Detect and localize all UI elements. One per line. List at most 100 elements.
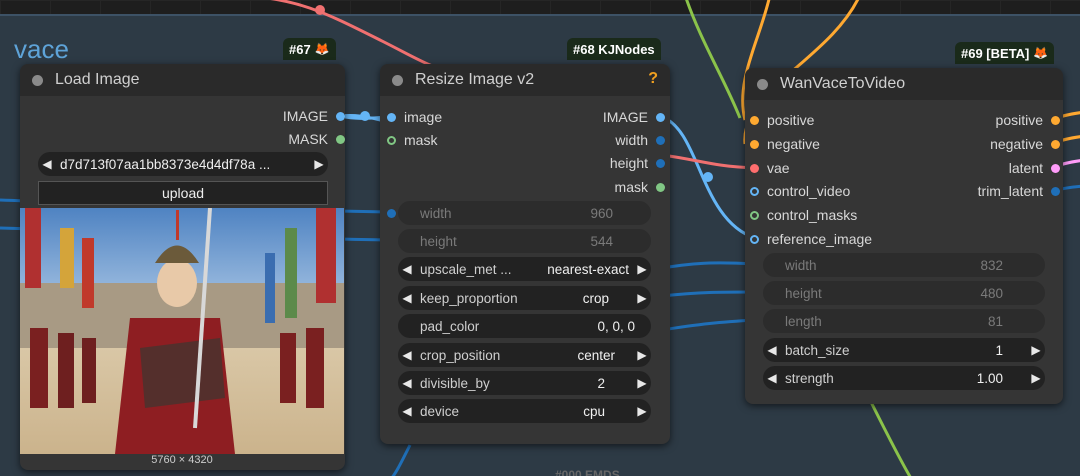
fox-icon: 🦊 bbox=[1033, 46, 1049, 60]
widget-label: length bbox=[785, 313, 822, 329]
collapse-dot-icon[interactable] bbox=[757, 78, 768, 90]
output-width[interactable]: width bbox=[520, 130, 665, 150]
int-pin-icon[interactable] bbox=[387, 208, 396, 218]
widget-value: 544 bbox=[590, 233, 613, 249]
help-icon[interactable]: ? bbox=[648, 70, 658, 88]
image-pin-icon[interactable] bbox=[750, 186, 759, 196]
output-latent[interactable]: latent bbox=[900, 158, 1060, 178]
widget-value: 81 bbox=[987, 313, 1003, 329]
arrow-right-icon[interactable]: ▶ bbox=[633, 376, 651, 390]
arrow-right-icon[interactable]: ▶ bbox=[633, 404, 651, 418]
conditioning-pin-icon[interactable] bbox=[1051, 115, 1060, 125]
upload-button[interactable]: upload bbox=[38, 181, 328, 205]
arrow-left-icon[interactable]: ◀ bbox=[398, 348, 416, 362]
input-reference-image[interactable]: reference_image bbox=[750, 229, 872, 249]
input-image[interactable]: image bbox=[387, 107, 442, 127]
widget-upscale-method[interactable]: ◀ upscale_met ... nearest-exact ▶ bbox=[398, 257, 651, 281]
widget-label: divisible_by bbox=[420, 375, 490, 391]
image-pin-icon[interactable] bbox=[750, 234, 759, 244]
arrow-left-icon[interactable]: ◀ bbox=[38, 157, 56, 171]
widget-pad-color[interactable]: pad_color 0, 0, 0 bbox=[398, 314, 651, 338]
node-title: Load Image bbox=[55, 71, 140, 88]
input-control-video[interactable]: control_video bbox=[750, 181, 850, 201]
mask-pin-icon[interactable] bbox=[656, 182, 665, 192]
widget-label: width bbox=[785, 257, 817, 273]
arrow-left-icon[interactable]: ◀ bbox=[763, 371, 781, 385]
widget-label: keep_proportion bbox=[420, 290, 518, 306]
arrow-right-icon[interactable]: ▶ bbox=[633, 291, 651, 305]
widget-value: cpu bbox=[583, 403, 605, 419]
collapse-dot-icon[interactable] bbox=[32, 74, 43, 86]
arrow-left-icon[interactable]: ◀ bbox=[763, 343, 781, 357]
input-negative[interactable]: negative bbox=[750, 134, 820, 154]
image-pin-icon[interactable] bbox=[656, 112, 665, 122]
output-negative[interactable]: negative bbox=[900, 134, 1060, 154]
output-height[interactable]: height bbox=[520, 153, 665, 173]
output-label: height bbox=[609, 155, 648, 171]
widget-height[interactable]: height 544 bbox=[398, 229, 651, 253]
widget-value: 0, 0, 0 bbox=[597, 318, 635, 334]
int-pin-icon[interactable] bbox=[656, 158, 665, 168]
widget-label: strength bbox=[785, 370, 834, 386]
image-pin-icon[interactable] bbox=[336, 111, 345, 121]
collapse-dot-icon[interactable] bbox=[392, 74, 403, 86]
output-label: negative bbox=[990, 136, 1043, 152]
input-positive[interactable]: positive bbox=[750, 110, 814, 130]
input-label: vae bbox=[767, 160, 790, 176]
widget-device[interactable]: ◀ device cpu ▶ bbox=[398, 399, 651, 423]
input-control-masks[interactable]: control_masks bbox=[750, 205, 857, 225]
arrow-right-icon[interactable]: ▶ bbox=[1027, 343, 1045, 357]
node-header[interactable]: Load Image bbox=[20, 64, 345, 96]
widget-height[interactable]: height 480 bbox=[763, 281, 1045, 305]
latent-pin-icon[interactable] bbox=[1051, 163, 1060, 173]
arrow-left-icon[interactable]: ◀ bbox=[398, 404, 416, 418]
int-pin-icon[interactable] bbox=[656, 135, 665, 145]
vae-pin-icon[interactable] bbox=[750, 163, 759, 173]
node-68-badge: #68 KJNodes bbox=[567, 38, 661, 60]
output-positive[interactable]: positive bbox=[900, 110, 1060, 130]
input-vae[interactable]: vae bbox=[750, 158, 790, 178]
node-title: Resize Image v2 bbox=[415, 71, 535, 88]
input-label: control_masks bbox=[767, 207, 858, 223]
node-header[interactable]: WanVaceToVideo bbox=[745, 68, 1063, 100]
input-label: reference_image bbox=[767, 231, 873, 247]
arrow-left-icon[interactable]: ◀ bbox=[398, 291, 416, 305]
output-label: positive bbox=[995, 112, 1043, 128]
output-mask[interactable]: MASK bbox=[200, 129, 345, 149]
node-header[interactable]: Resize Image v2 ? bbox=[380, 64, 670, 96]
node-69-badge: #69 [BETA] 🦊 bbox=[955, 42, 1055, 64]
mask-pin-icon[interactable] bbox=[336, 134, 345, 144]
conditioning-pin-icon[interactable] bbox=[750, 139, 759, 149]
output-mask[interactable]: mask bbox=[520, 177, 665, 197]
group-title: vace bbox=[14, 34, 69, 64]
mask-pin-icon[interactable] bbox=[750, 210, 759, 220]
widget-length[interactable]: length 81 bbox=[763, 309, 1045, 333]
widget-value: 2 bbox=[597, 375, 605, 391]
arrow-right-icon[interactable]: ▶ bbox=[1027, 371, 1045, 385]
widget-width[interactable]: width 960 bbox=[387, 201, 651, 225]
arrow-right-icon[interactable]: ▶ bbox=[310, 157, 328, 171]
widget-keep-proportion[interactable]: ◀ keep_proportion crop ▶ bbox=[398, 286, 651, 310]
widget-batch-size[interactable]: ◀ batch_size 1 ▶ bbox=[763, 338, 1045, 362]
widget-label: crop_position bbox=[420, 347, 501, 363]
conditioning-pin-icon[interactable] bbox=[750, 115, 759, 125]
input-mask[interactable]: mask bbox=[387, 130, 437, 150]
conditioning-pin-icon[interactable] bbox=[1051, 139, 1060, 149]
image-file-combo[interactable]: ◀ d7d713f07aa1bb8373e4d4df78a ... ▶ bbox=[38, 152, 328, 176]
offscreen-node-badge: #000 EMDS bbox=[555, 468, 620, 476]
widget-width[interactable]: width 832 bbox=[763, 253, 1045, 277]
output-trim-latent[interactable]: trim_latent bbox=[900, 181, 1060, 201]
output-image[interactable]: IMAGE bbox=[520, 107, 665, 127]
mask-pin-icon[interactable] bbox=[387, 135, 396, 145]
image-pin-icon[interactable] bbox=[387, 112, 396, 122]
widget-label: height bbox=[785, 285, 822, 301]
arrow-left-icon[interactable]: ◀ bbox=[398, 376, 416, 390]
arrow-left-icon[interactable]: ◀ bbox=[398, 262, 416, 276]
output-image[interactable]: IMAGE bbox=[200, 106, 345, 126]
widget-strength[interactable]: ◀ strength 1.00 ▶ bbox=[763, 366, 1045, 390]
widget-crop-position[interactable]: ◀ crop_position center ▶ bbox=[398, 343, 651, 367]
widget-divisible-by[interactable]: ◀ divisible_by 2 ▶ bbox=[398, 371, 651, 395]
arrow-right-icon[interactable]: ▶ bbox=[633, 348, 651, 362]
arrow-right-icon[interactable]: ▶ bbox=[633, 262, 651, 276]
int-pin-icon[interactable] bbox=[1051, 186, 1060, 196]
